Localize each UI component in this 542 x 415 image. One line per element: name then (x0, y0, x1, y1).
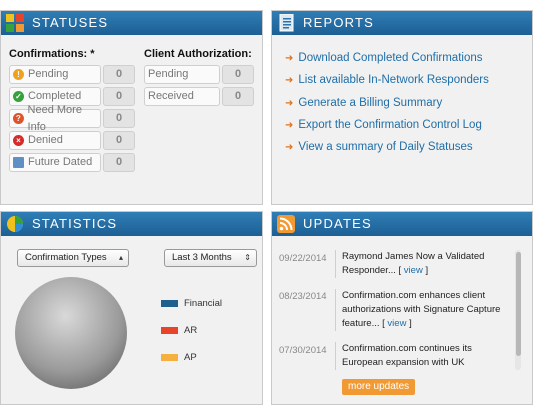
status-count: 0 (103, 131, 135, 150)
status-row-pending[interactable]: ! Pending 0 (9, 65, 135, 84)
status-count: 0 (103, 153, 135, 172)
update-text-tail: ] (425, 265, 429, 276)
update-view-link[interactable]: view (385, 318, 409, 329)
confirmation-types-select[interactable]: Confirmation Types ▴ (17, 249, 129, 267)
select-arrows-icon: ⇕ (244, 253, 251, 262)
update-date: 09/22/2014 (279, 253, 327, 264)
update-date: 07/30/2014 (279, 345, 327, 356)
legend-item-ar: AR (161, 325, 197, 336)
update-date: 08/23/2014 (279, 291, 327, 302)
pie-chart-icon (6, 215, 24, 233)
updates-header: UPDATES (272, 212, 532, 236)
statuses-grid-icon (6, 14, 24, 32)
status-label: Future Dated (28, 156, 93, 168)
client-auth-row-received[interactable]: Received 0 (144, 87, 254, 106)
update-text: Confirmation.com continues its European … (342, 343, 472, 368)
date-range-select[interactable]: Last 3 Months ⇕ (164, 249, 257, 267)
report-link-label: Generate a Billing Summary (298, 97, 443, 109)
status-row-future-dated[interactable]: Future Dated 0 (9, 153, 135, 172)
rss-icon (277, 215, 295, 233)
updates-scrollbar-thumb[interactable] (516, 252, 521, 356)
status-count: 0 (103, 109, 135, 128)
status-count: 0 (103, 87, 135, 106)
status-label: Pending (148, 68, 189, 80)
update-view-link[interactable]: view (401, 265, 425, 276)
arrow-right-icon: ➜ (285, 53, 294, 64)
report-link-in-network-responders[interactable]: ➜ List available In-Network Responders (285, 74, 489, 86)
report-link-download-completed[interactable]: ➜ Download Completed Confirmations (285, 52, 482, 64)
legend-swatch (161, 354, 178, 361)
client-auth-title: Client Authorization: (144, 48, 252, 60)
statistics-title: STATISTICS (32, 216, 118, 231)
statistics-panel: STATISTICS Confirmation Types ▴ Last 3 M… (0, 211, 263, 405)
legend-swatch (161, 327, 178, 334)
statuses-title: STATUSES (32, 15, 109, 30)
reports-header: REPORTS (272, 11, 532, 35)
report-link-control-log[interactable]: ➜ Export the Confirmation Control Log (285, 119, 482, 131)
select-arrows-icon: ▴ (118, 253, 123, 262)
arrow-right-icon: ➜ (285, 98, 294, 109)
more-updates-button[interactable]: more updates (342, 379, 416, 395)
statistics-header: STATISTICS (1, 212, 262, 236)
update-text-tail: ] (409, 318, 412, 329)
select-value: Last 3 Months (172, 252, 232, 263)
question-icon: ? (13, 113, 24, 124)
status-count: 0 (222, 65, 254, 84)
status-count: 0 (103, 65, 135, 84)
statistics-pie-chart (14, 276, 128, 390)
warning-icon: ! (13, 69, 24, 80)
status-label: Denied (28, 134, 63, 146)
calendar-icon (13, 157, 24, 168)
report-link-billing-summary[interactable]: ➜ Generate a Billing Summary (285, 97, 442, 109)
legend-swatch (161, 300, 178, 307)
client-auth-row-pending[interactable]: Pending 0 (144, 65, 254, 84)
legend-label: AP (184, 352, 197, 363)
statuses-panel: STATUSES Confirmations: * Client Authori… (0, 10, 263, 205)
report-link-label: List available In-Network Responders (298, 74, 489, 86)
reports-panel: REPORTS ➜ Download Completed Confirmation… (271, 10, 533, 205)
update-item: Confirmation.com continues its European … (335, 342, 505, 370)
status-row-need-more-info[interactable]: ? Need More Info 0 (9, 104, 135, 133)
arrow-right-icon: ➜ (285, 142, 294, 153)
statuses-header: STATUSES (1, 11, 262, 35)
confirmations-title: Confirmations: * (9, 48, 95, 60)
status-label: Pending (28, 68, 69, 80)
updates-title: UPDATES (303, 216, 372, 231)
legend-label: Financial (184, 298, 223, 309)
update-item: Confirmation.com enhances client authori… (335, 289, 505, 331)
arrow-right-icon: ➜ (285, 120, 294, 131)
arrow-right-icon: ➜ (285, 75, 294, 86)
report-link-label: Export the Confirmation Control Log (298, 119, 482, 131)
report-link-label: View a summary of Daily Statuses (298, 141, 473, 153)
legend-item-ap: AP (161, 352, 197, 363)
status-row-denied[interactable]: × Denied 0 (9, 131, 135, 150)
status-count: 0 (222, 87, 254, 106)
legend-label: AR (184, 325, 198, 336)
report-link-daily-statuses[interactable]: ➜ View a summary of Daily Statuses (285, 141, 473, 153)
update-item: Raymond James Now a Validated Responder.… (335, 250, 505, 278)
report-link-label: Download Completed Confirmations (298, 52, 483, 64)
denied-icon: × (13, 135, 24, 146)
select-value: Confirmation Types (25, 252, 107, 263)
check-icon: ✓ (13, 91, 24, 102)
document-icon (277, 13, 295, 32)
reports-title: REPORTS (303, 15, 375, 30)
legend-item-financial: Financial (161, 298, 222, 309)
status-label: Received (148, 90, 194, 102)
update-text: Confirmation.com enhances client authori… (342, 290, 501, 329)
